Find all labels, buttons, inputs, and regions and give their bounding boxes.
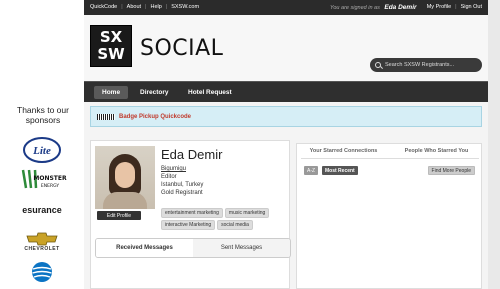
profile-registrant: Gold Registrant — [161, 190, 203, 196]
profile-role: Editor — [161, 174, 177, 180]
top-bar: QuickCode | About | Help | SXSW.com You … — [84, 0, 488, 15]
sxsw-logo[interactable]: SX SW — [90, 25, 132, 67]
nav-separator: | — [121, 4, 123, 10]
lite-logo-text: Lite — [32, 145, 51, 157]
tag[interactable]: entertainment marketing — [161, 208, 223, 218]
sign-out-link[interactable]: Sign Out — [461, 4, 482, 10]
esurance-text: esurance — [22, 205, 62, 215]
find-more-people-button[interactable]: Find More People — [427, 166, 475, 175]
top-right-nav: My Profile | Sign Out — [427, 4, 482, 10]
tab-hotel-request[interactable]: Hotel Request — [180, 86, 240, 99]
sponsor-logo-att[interactable] — [12, 260, 72, 284]
main-panel: QuickCode | About | Help | SXSW.com You … — [84, 0, 488, 289]
badge-pickup-alert[interactable]: Badge Pickup Quickcode — [90, 106, 482, 127]
edit-profile-button[interactable]: Edit Profile — [97, 211, 141, 220]
tag[interactable]: interactive Marketing — [161, 220, 216, 230]
divider — [301, 158, 479, 159]
nav-separator: | — [455, 4, 457, 10]
profile-username[interactable]: Bigumigu — [161, 166, 186, 172]
sponsor-logo-esurance[interactable]: esurance — [12, 203, 72, 217]
sponsor-logo-monster[interactable]: MONSTER ENERGY — [12, 168, 72, 194]
tag[interactable]: social media — [217, 220, 253, 230]
monster-logo-text: MONSTER — [33, 175, 67, 182]
search-placeholder: Search SXSW Registrants... — [385, 62, 455, 68]
top-nav-quickcode[interactable]: QuickCode — [90, 4, 117, 10]
sponsor-logo-lite[interactable]: Lite — [12, 136, 72, 164]
top-nav-sxsw[interactable]: SXSW.com — [171, 4, 199, 10]
profile-tags: entertainment marketing music marketing … — [161, 208, 287, 230]
tab-sent-messages[interactable]: Sent Messages — [193, 239, 290, 257]
svg-text:ENERGY: ENERGY — [41, 183, 59, 189]
alert-text[interactable]: Badge Pickup Quickcode — [119, 114, 191, 120]
sort-recent-button[interactable]: Most Recent — [322, 166, 358, 175]
profile-card: Edit Profile Eda Demir Bigumigu Editor I… — [90, 140, 291, 289]
profile-name: Eda Demir — [161, 147, 223, 162]
main-nav: Home Directory Hotel Request — [84, 81, 488, 102]
connections-tabs: Your Starred Connections People Who Star… — [297, 144, 483, 158]
tab-directory[interactable]: Directory — [132, 86, 177, 99]
my-profile-link[interactable]: My Profile — [427, 4, 451, 10]
message-tabs: Received Messages Sent Messages — [95, 238, 291, 258]
chevrolet-text: CHEVROLET — [24, 246, 60, 252]
top-nav-help[interactable]: Help — [150, 4, 161, 10]
top-nav-about[interactable]: About — [127, 4, 141, 10]
signed-in-user: Eda Demir — [384, 4, 417, 11]
sponsors-sidebar: Thanks to our sponsors Lite MONSTER ENER… — [0, 0, 84, 289]
sponsors-title: Thanks to our sponsors — [17, 105, 69, 125]
site-title: SOCIAL — [140, 36, 224, 61]
search-icon — [375, 62, 381, 68]
tab-received-messages[interactable]: Received Messages — [96, 239, 193, 257]
tab-people-starred-you[interactable]: People Who Starred You — [390, 144, 483, 158]
tab-home[interactable]: Home — [94, 86, 129, 99]
connections-panel: Your Starred Connections People Who Star… — [296, 143, 482, 289]
sort-az-button[interactable]: A-Z — [304, 166, 319, 175]
logo-letters-top: SX — [99, 28, 123, 46]
top-nav: QuickCode | About | Help | SXSW.com — [90, 4, 199, 10]
barcode-icon — [97, 113, 115, 120]
signed-in-label: You are signed in as — [330, 5, 380, 11]
att-globe-icon — [32, 262, 52, 282]
sponsor-logo-chevrolet[interactable]: CHEVROLET — [12, 229, 72, 255]
avatar — [95, 146, 155, 209]
logo-letters-bottom: SW — [97, 45, 125, 63]
tag[interactable]: music marketing — [224, 208, 270, 218]
nav-separator: | — [165, 4, 168, 10]
chevrolet-bowtie-icon — [26, 232, 58, 246]
nav-separator: | — [145, 4, 147, 10]
profile-location: Istanbul, Turkey — [161, 182, 204, 188]
search-input[interactable]: Search SXSW Registrants... — [370, 58, 482, 72]
tab-starred-connections[interactable]: Your Starred Connections — [297, 144, 390, 158]
signed-in-status: You are signed in as Eda Demir — [330, 4, 417, 11]
